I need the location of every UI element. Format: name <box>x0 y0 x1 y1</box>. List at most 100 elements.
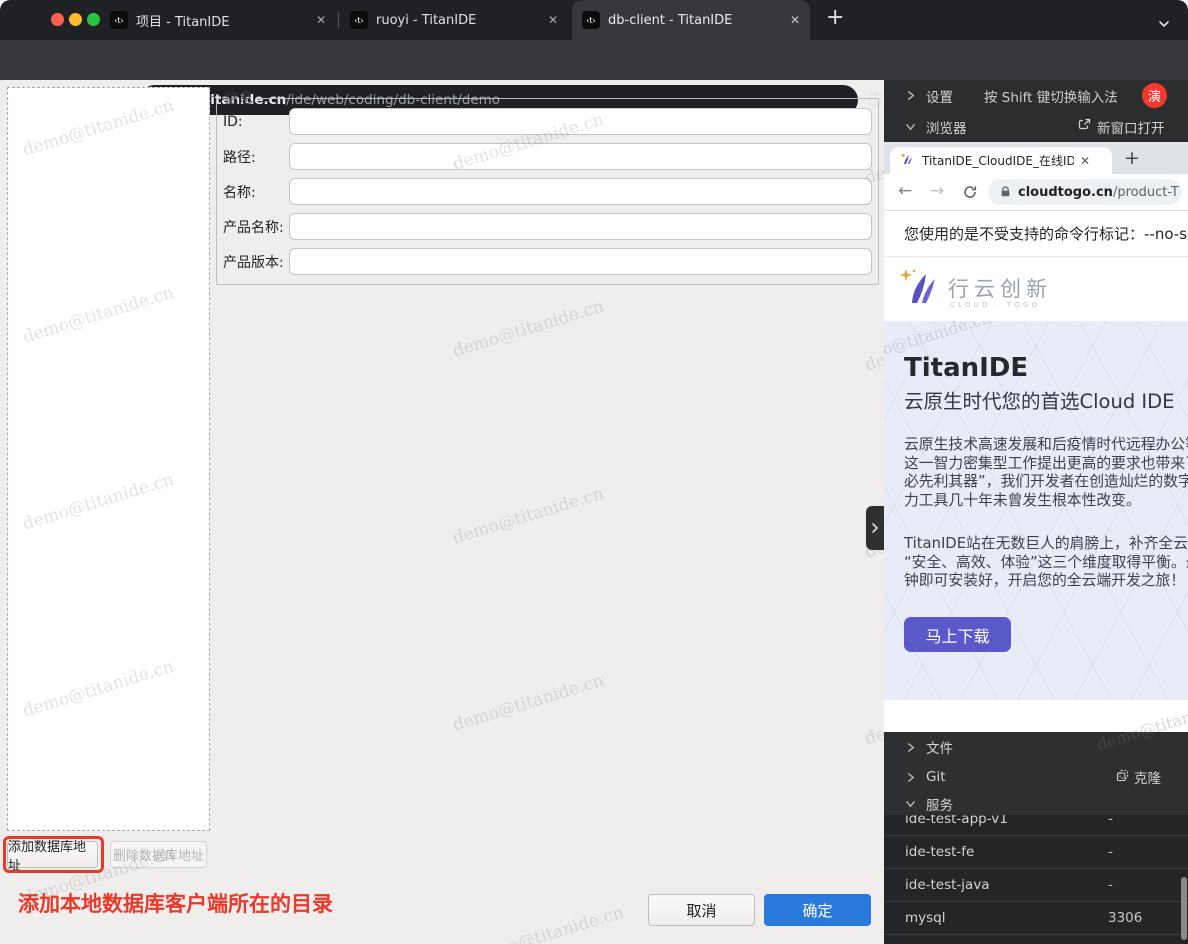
chevron-down-icon <box>905 798 916 809</box>
settings-section-row[interactable]: 设置 按 Shift 键切换输入法 演 <box>884 80 1188 111</box>
browser-section-row[interactable]: 浏览器 新窗口打开 <box>884 111 1188 142</box>
brand-subtitle: CLOUD · TOGO <box>950 301 1040 309</box>
hero-title: TitanIDE <box>904 353 1028 383</box>
service-port: - <box>1108 815 1113 827</box>
hero-paragraph-1: 云原生技术高速发展和后疫情时代远程办公等多种因素，对软件开发 这一智力密集型工作… <box>904 436 1188 511</box>
inner-tab[interactable]: TitanIDE_CloudIDE_在线IDE_ ✕ <box>890 147 1112 174</box>
close-icon[interactable]: ✕ <box>1080 154 1090 168</box>
inner-new-tab-button[interactable]: + <box>1124 147 1140 169</box>
service-row[interactable]: ide-test-fe - <box>884 836 1188 869</box>
cloudtogo-favicon <box>900 151 914 170</box>
form-row: 路径: <box>223 143 872 170</box>
ime-hint-text: 按 Shift 键切换输入法 <box>984 86 1118 106</box>
service-row[interactable]: ide-test-app-v1 - <box>884 815 1188 836</box>
inner-address-bar[interactable]: cloudtogo.cn/product-T <box>988 179 1182 205</box>
delete-database-button[interactable]: 删除数据库地址 <box>110 841 207 868</box>
form-row: ID: <box>223 108 872 135</box>
chevron-right-icon <box>905 90 916 101</box>
watermark: demo@titanide.cn <box>451 671 607 736</box>
forward-icon[interactable]: → <box>930 183 944 200</box>
ok-button[interactable]: 确定 <box>764 894 871 926</box>
download-button[interactable]: 马上下载 <box>904 617 1011 652</box>
services-label: 服务 <box>926 794 953 814</box>
new-tab-button[interactable]: + <box>826 5 844 30</box>
tab-ruoyi[interactable]: ‹t› ruoyi - TitanIDE ✕ <box>340 0 568 40</box>
service-port: - <box>1108 844 1113 860</box>
brand-name: 行云创新 <box>948 273 1052 303</box>
browser-label: 浏览器 <box>926 117 967 137</box>
bottom-sections: 文件 Git 克隆 服务 ide-test-app-v1 - <box>884 732 1188 944</box>
inner-tab-bar: TitanIDE_CloudIDE_在线IDE_ ✕ + <box>884 142 1188 174</box>
name-label: 名称: <box>223 182 289 202</box>
close-icon[interactable]: ✕ <box>316 13 326 27</box>
titanide-favicon: ‹t› <box>350 11 368 29</box>
git-clone-button[interactable]: 克隆 <box>1116 767 1161 787</box>
browser-toolbar: ← → try.titanide.cn/ide/web/coding/db-cl… <box>0 40 1188 80</box>
tab-title: ruoyi - TitanIDE <box>376 13 542 28</box>
files-label: 文件 <box>926 737 953 757</box>
git-section-row[interactable]: Git 克隆 <box>884 762 1188 792</box>
tab-db-client[interactable]: ‹t› db-client - TitanIDE ✕ <box>572 0 810 40</box>
service-row[interactable]: ide-test-java - <box>884 869 1188 902</box>
form-row: 产品版本: <box>223 248 872 275</box>
clone-icon <box>1116 769 1129 786</box>
tab-title: db-client - TitanIDE <box>608 13 784 28</box>
watermark: demo@titanide.cn <box>451 484 607 549</box>
titanide-favicon: ‹t› <box>110 11 128 29</box>
product-name-label: 产品名称: <box>223 217 289 237</box>
reload-icon[interactable] <box>963 185 977 203</box>
hero-subtitle: 云原生时代您的首选Cloud IDE <box>904 385 1175 414</box>
form-row: 产品名称: <box>223 213 872 240</box>
services-section-row[interactable]: 服务 <box>884 792 1188 815</box>
service-row[interactable]: mysql 3306 <box>884 902 1188 935</box>
product-version-input[interactable] <box>289 248 872 275</box>
browser-tab-strip: ‹t› 项目 - TitanIDE ✕ ‹t› ruoyi - TitanIDE… <box>0 0 1188 40</box>
sandbox-warning-bar: 您使用的是不受支持的命令行标记：--no-sandbox <box>884 211 1188 257</box>
annotation-text: 添加本地数据库客户端所在的目录 <box>18 888 333 918</box>
zoom-traffic-light[interactable] <box>87 13 100 26</box>
back-icon[interactable]: ← <box>898 183 912 200</box>
tab-search-chevron-icon[interactable] <box>1158 15 1170 34</box>
sandbox-warning-text: 您使用的是不受支持的命令行标记：--no-sandbox <box>904 223 1188 244</box>
inner-toolbar: ← → cloudtogo.cn/product-T <box>884 174 1188 211</box>
inner-browser-preview: TitanIDE_CloudIDE_在线IDE_ ✕ + ← → cloudto… <box>884 142 1188 732</box>
titanide-favicon: ‹t› <box>582 11 600 29</box>
name-input[interactable] <box>289 178 872 205</box>
info-fieldset: 信息 ID: 路径: 名称: 产品名称: 产品版本: <box>216 88 879 285</box>
database-list-panel[interactable] <box>7 87 210 831</box>
service-name: mysql <box>905 910 946 926</box>
expand-panel-handle[interactable] <box>866 506 884 550</box>
add-database-button[interactable]: 添加数据库地址 <box>7 841 98 868</box>
minimize-traffic-light[interactable] <box>69 13 82 26</box>
chevron-down-icon <box>905 121 916 132</box>
open-in-new-icon <box>1078 118 1091 135</box>
close-traffic-light[interactable] <box>51 13 64 26</box>
service-port: - <box>1108 877 1113 893</box>
service-port: 3306 <box>1108 910 1142 926</box>
inner-tab-title: TitanIDE_CloudIDE_在线IDE_ <box>922 152 1074 169</box>
path-input[interactable] <box>289 143 872 170</box>
inner-url-host: cloudtogo.cn <box>1018 185 1113 200</box>
close-icon[interactable]: ✕ <box>790 13 800 27</box>
files-section-row[interactable]: 文件 <box>884 732 1188 762</box>
settings-label: 设置 <box>926 86 953 106</box>
open-new-window-button[interactable]: 新窗口打开 <box>1078 117 1165 137</box>
brand-header: 行云创新 CLOUD · TOGO <box>884 257 1188 321</box>
inner-url-path: /product-T <box>1113 185 1179 200</box>
fieldset-title: 信息 <box>221 88 257 108</box>
close-icon[interactable]: ✕ <box>548 13 558 27</box>
path-label: 路径: <box>223 147 289 167</box>
product-name-input[interactable] <box>289 213 872 240</box>
hero-paragraph-2: TitanIDE站在无数巨人的肩膀上，补齐全云端开发短板，在 “安全、高效、体验… <box>904 535 1188 591</box>
panel-scrollbar-thumb[interactable] <box>1181 877 1187 940</box>
service-name: ide-test-fe <box>905 844 974 860</box>
watermark: demo@titanide.cn <box>451 297 607 362</box>
lock-icon <box>1000 183 1011 202</box>
form-row: 名称: <box>223 178 872 205</box>
watermark: demo@titanide.cn <box>471 903 627 944</box>
cancel-button[interactable]: 取消 <box>648 894 755 926</box>
id-input[interactable] <box>289 108 872 135</box>
service-name: ide-test-java <box>905 877 990 893</box>
tab-project[interactable]: ‹t› 项目 - TitanIDE ✕ <box>100 0 336 40</box>
chevron-right-icon <box>905 772 916 783</box>
